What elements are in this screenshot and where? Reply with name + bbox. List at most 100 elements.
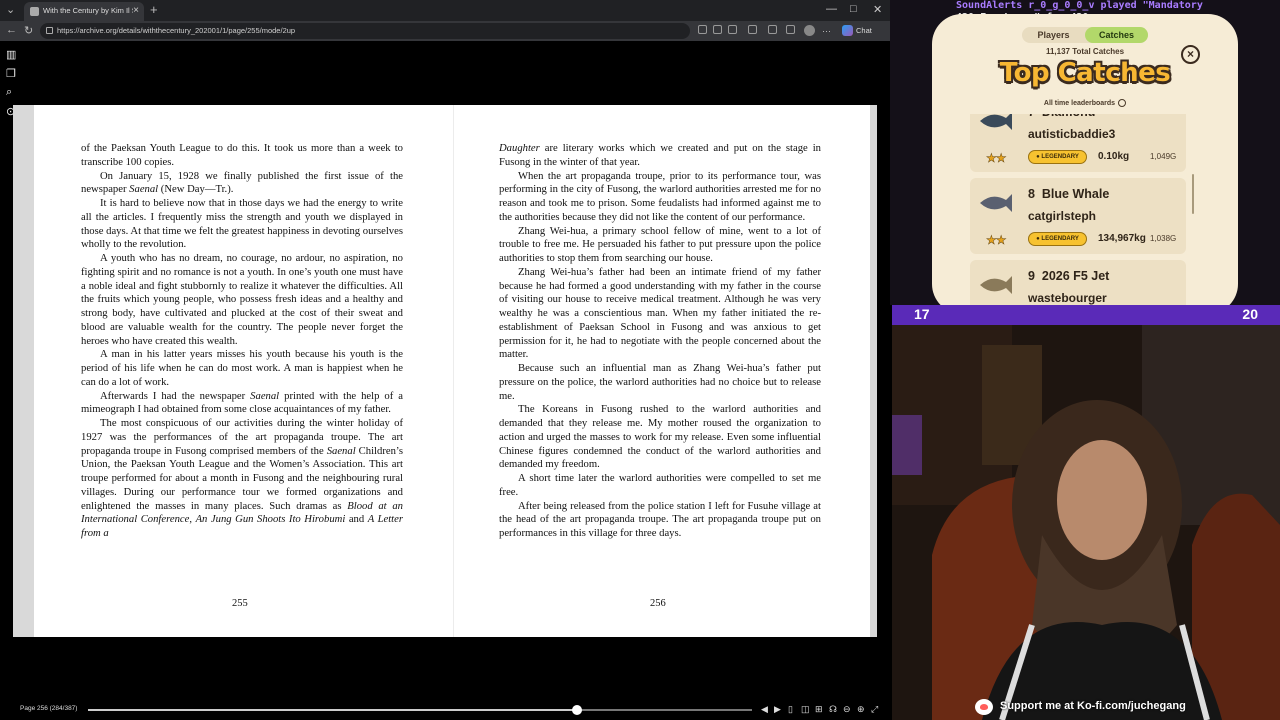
read-aloud-icon[interactable]: ☊ — [829, 704, 837, 715]
kofi-support-banner[interactable]: Support me at Ko-fi.com/juchegang — [970, 697, 1200, 717]
kofi-cup-icon — [975, 699, 993, 715]
close-window-icon[interactable]: ✕ — [873, 3, 882, 16]
zoom-in-icon[interactable]: ⊕ — [857, 704, 865, 715]
page-slider-handle[interactable] — [572, 705, 583, 715]
paragraph: When the art propaganda troupe, prior to… — [499, 170, 821, 223]
list-scrollbar[interactable] — [1192, 174, 1194, 214]
reload-icon[interactable]: ↻ — [24, 24, 33, 37]
paragraph: A man in his latter years misses his you… — [81, 349, 403, 388]
page-edge-right — [870, 105, 877, 637]
reader-icon[interactable] — [713, 25, 722, 34]
book-spread: of the Paeksan Youth League to do this. … — [13, 105, 877, 637]
catch-rank-name: 9 2026 F5 Jet — [1028, 269, 1110, 283]
next-page-icon[interactable]: ▶ — [774, 704, 781, 715]
profile-avatar[interactable] — [804, 25, 815, 36]
page-info: Page 256 (284/387) — [20, 705, 78, 712]
paragraph: Zhang Wei-hua, a primary school fellow o… — [499, 225, 821, 265]
search-icon[interactable]: ⌕ — [6, 86, 12, 99]
fish-icon — [980, 194, 1012, 212]
all-time-label: All time leaderboards — [1043, 99, 1116, 107]
zoom-out-icon[interactable]: ⊖ — [843, 704, 851, 715]
paragraph: Daughter are literary works which we cre… — [499, 143, 821, 168]
pages-icon[interactable]: ❐ — [6, 67, 16, 80]
top-catches-panel: Players Catches 11,137 Total Catches Top… — [932, 14, 1238, 314]
minimize-icon[interactable]: — — [826, 3, 837, 15]
tab-bar: ⌄ With the Century by Kim Il Sung (1 × +… — [0, 0, 890, 21]
catch-entry[interactable]: 7 Diamond autisticbaddie3 ★★ ● LEGENDARY 0.1… — [970, 114, 1186, 172]
more-menu-icon[interactable]: ⋯ — [822, 26, 831, 37]
leaderboard-tabs: Players Catches — [1022, 27, 1148, 43]
rarity-badge: ● LEGENDARY — [1028, 150, 1087, 164]
bookmark-star-icon[interactable] — [728, 25, 737, 34]
catch-entry[interactable]: 8 Blue Whale catgirlsteph ★★ ● LEGENDARY 134… — [970, 178, 1186, 254]
right-page-text: Daughter are literary works which we cre… — [499, 142, 821, 541]
page-slider-fill — [88, 709, 578, 711]
new-tab-button[interactable]: + — [150, 2, 158, 17]
favicon-icon — [30, 7, 39, 16]
favorites-icon[interactable] — [768, 25, 777, 34]
zoom-icon[interactable] — [698, 25, 707, 34]
left-page-number: 255 — [232, 598, 248, 609]
close-tab-icon[interactable]: × — [133, 5, 139, 16]
library-icon[interactable]: ▥ — [6, 48, 16, 61]
paragraph: It is hard to believe now that in those … — [81, 198, 403, 251]
fullscreen-icon[interactable]: ⤢ — [871, 704, 878, 715]
kofi-text: Support me at Ko-fi.com/juchegang — [1000, 700, 1186, 712]
browser-tab[interactable]: With the Century by Kim Il Sung (1 × — [24, 2, 144, 21]
toggle-icon[interactable] — [1118, 99, 1127, 107]
paragraph: The Koreans in Fusong rushed to the warl… — [499, 404, 821, 471]
catch-value: 1,049G — [1150, 152, 1177, 161]
catch-weight: 134,967kg — [1098, 233, 1146, 244]
streamer-webcam-image — [892, 325, 1280, 720]
catch-list: 7 Diamond autisticbaddie3 ★★ ● LEGENDARY 0.1… — [970, 114, 1202, 314]
catch-rank-name: 7 Diamond — [1028, 114, 1095, 119]
paragraph: Because such an influential man as Zhang… — [499, 363, 821, 402]
paragraph: A youth who has no dream, no courage, no… — [81, 253, 403, 347]
page-edge-left — [13, 105, 34, 637]
paragraph: On January 15, 1928 we finally published… — [81, 170, 403, 196]
catch-value: 1,038G — [1150, 234, 1177, 243]
tab-players[interactable]: Players — [1022, 27, 1085, 43]
extension-icon[interactable] — [748, 25, 757, 34]
close-panel-button[interactable]: × — [1181, 45, 1200, 64]
page-slider[interactable] — [88, 709, 752, 711]
webcam-banner: 17 20 — [892, 305, 1280, 325]
collections-icon[interactable] — [786, 25, 795, 34]
maximize-icon[interactable]: □ — [850, 3, 857, 15]
tab-title: With the Century by Kim Il Sung (1 — [43, 6, 133, 15]
fish-icon — [980, 114, 1012, 130]
catch-username: catgirlsteph — [1028, 209, 1097, 223]
paragraph: The most conspicuous of our activities d… — [81, 418, 403, 539]
copilot-icon[interactable] — [842, 25, 853, 36]
catch-username: autisticbaddie3 — [1028, 127, 1116, 141]
webcam-feed — [892, 325, 1280, 720]
rarity-badge: ● LEGENDARY — [1028, 232, 1087, 246]
paragraph: Zhang Wei-hua’s father had been an intim… — [499, 266, 821, 361]
site-info-icon[interactable] — [46, 27, 53, 34]
chat-label[interactable]: Chat — [856, 26, 872, 35]
browser-window: ⌄ With the Century by Kim Il Sung (1 × +… — [0, 0, 890, 720]
two-page-icon[interactable]: ◫ — [801, 704, 810, 715]
thumbnail-view-icon[interactable]: ⊞ — [815, 704, 823, 715]
catch-weight: 0.10kg — [1098, 151, 1130, 162]
left-page-text: of the Paeksan Youth League to do this. … — [81, 142, 403, 541]
address-bar[interactable]: https://archive.org/details/withthecentu… — [40, 23, 690, 39]
url-text: https://archive.org/details/withthecentu… — [57, 26, 296, 35]
fish-icon — [980, 276, 1012, 294]
star-rating: ★★ — [986, 151, 1007, 166]
chat-message: SoundAlerts r_0_g_0_0_v played "Mandator… — [956, 0, 1203, 11]
all-time-toggle[interactable]: All time leaderboards — [932, 99, 1238, 107]
catch-rank-name: 8 Blue Whale — [1028, 187, 1110, 201]
paragraph: A short time later the warlord authoriti… — [499, 473, 821, 498]
banner-left-number: 17 — [914, 306, 930, 322]
tab-search-icon[interactable]: ⌄ — [6, 3, 15, 18]
paragraph: Afterwards I had the newspaper Saenal pr… — [81, 390, 403, 416]
back-icon[interactable]: ← — [6, 24, 17, 36]
one-page-icon[interactable]: ▯ — [788, 704, 793, 715]
right-page-number: 256 — [650, 598, 666, 609]
tab-catches[interactable]: Catches — [1085, 27, 1148, 43]
prev-page-icon[interactable]: ◀ — [761, 704, 768, 715]
paragraph: of the Paeksan Youth League to do this. … — [81, 143, 403, 168]
star-rating: ★★ — [986, 233, 1007, 248]
paragraph: After being released from the police sta… — [499, 500, 821, 540]
